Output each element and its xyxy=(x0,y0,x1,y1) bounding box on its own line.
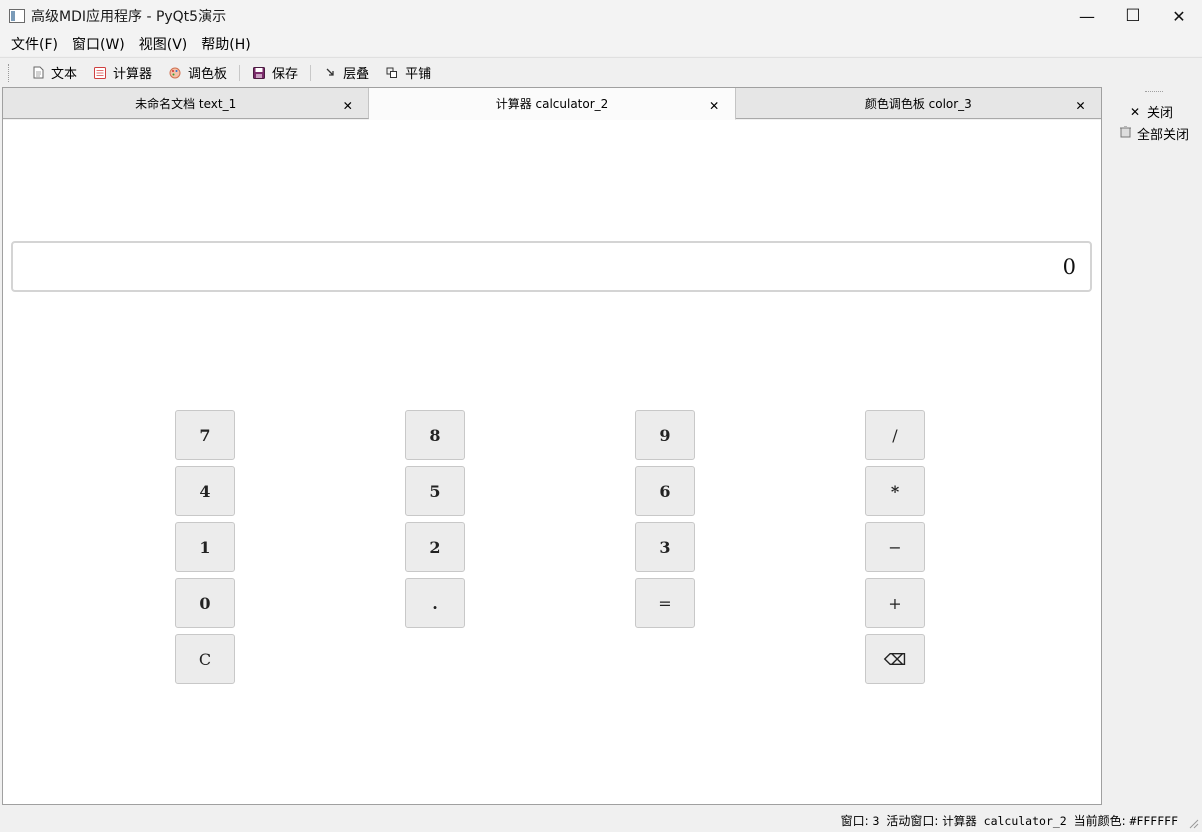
key-8[interactable]: 8 xyxy=(405,410,465,460)
key-backspace[interactable]: ⌫ xyxy=(865,634,925,684)
new-calculator-label: 计算器 xyxy=(113,67,153,82)
key-2[interactable]: 2 xyxy=(405,522,465,572)
key-clear[interactable]: C xyxy=(175,634,235,684)
close-all-action[interactable]: 全部关闭 xyxy=(1119,124,1189,143)
palette-icon xyxy=(168,66,182,80)
tile-icon xyxy=(385,66,399,80)
cascade-icon xyxy=(323,66,337,80)
mdi-area: 未命名文档 text_1 ✕ 计算器 calculator_2 ✕ 颜色调色板 … xyxy=(2,87,1102,805)
key-decimal[interactable]: . xyxy=(405,578,465,628)
new-palette-button[interactable]: 调色板 xyxy=(160,61,235,85)
close-window-label: 关闭 xyxy=(1147,106,1174,121)
new-calculator-button[interactable]: 计算器 xyxy=(85,61,160,85)
menu-bar: 文件(F) 窗口(W) 视图(V) 帮助(H) xyxy=(0,32,1202,56)
minimize-button[interactable]: — xyxy=(1064,0,1110,32)
tab-bar: 未命名文档 text_1 ✕ 计算器 calculator_2 ✕ 颜色调色板 … xyxy=(3,88,1101,120)
toolbar-grip[interactable] xyxy=(8,63,11,82)
window-controls: — ☐ ✕ xyxy=(1064,0,1202,32)
window-count-label: 窗口: xyxy=(840,814,873,828)
window-title: 高级MDI应用程序 - PyQt5演示 xyxy=(31,9,227,25)
close-icon: ✕ xyxy=(1129,104,1141,119)
close-all-label: 全部关闭 xyxy=(1137,128,1190,143)
toolbar-separator xyxy=(239,64,241,81)
close-icon[interactable]: ✕ xyxy=(1076,96,1085,114)
tab-label: 计算器 calculator_2 xyxy=(495,97,609,111)
tab-label: 未命名文档 text_1 xyxy=(135,96,237,111)
tile-button[interactable]: 平铺 xyxy=(377,61,439,85)
maximize-button[interactable]: ☐ xyxy=(1110,0,1156,32)
app-icon xyxy=(9,9,25,23)
key-4[interactable]: 4 xyxy=(175,466,235,516)
key-6[interactable]: 6 xyxy=(635,466,695,516)
tile-label: 平铺 xyxy=(405,67,432,82)
new-text-label: 文本 xyxy=(51,67,78,82)
tab-label: 颜色调色板 color_3 xyxy=(864,96,972,111)
calculator-window: 0 7 8 9 / 4 5 6 * 1 2 3 − 0 . = + C ⌫ xyxy=(3,120,1101,804)
new-palette-label: 调色板 xyxy=(188,67,228,82)
close-icon[interactable]: ✕ xyxy=(710,96,719,114)
key-7[interactable]: 7 xyxy=(175,410,235,460)
key-9[interactable]: 9 xyxy=(635,410,695,460)
key-equals[interactable]: = xyxy=(635,578,695,628)
close-icon[interactable]: ✕ xyxy=(343,96,352,114)
status-bar: 窗口: 3 活动窗口: 计算器 calculator_2 当前颜色: #FFFF… xyxy=(0,806,1202,832)
trash-icon xyxy=(1119,125,1131,141)
calculator-icon xyxy=(93,66,107,80)
cascade-label: 层叠 xyxy=(343,67,370,82)
key-5[interactable]: 5 xyxy=(405,466,465,516)
save-label: 保存 xyxy=(272,67,299,82)
key-divide[interactable]: / xyxy=(865,410,925,460)
status-text: 窗口: 3 活动窗口: 计算器 calculator_2 当前颜色: #FFFF… xyxy=(841,812,1178,829)
current-color-label: 当前颜色: xyxy=(1073,814,1130,828)
menu-help[interactable]: 帮助(H) xyxy=(194,34,257,54)
calculator-display[interactable]: 0 xyxy=(11,241,1092,292)
save-button[interactable]: 保存 xyxy=(244,61,306,85)
window-count-value: 3 xyxy=(872,814,880,828)
toolbar-separator xyxy=(310,64,312,81)
key-multiply[interactable]: * xyxy=(865,466,925,516)
tab-color-3[interactable]: 颜色调色板 color_3 ✕ xyxy=(735,88,1101,119)
title-bar: 高级MDI应用程序 - PyQt5演示 — ☐ ✕ xyxy=(0,0,1202,32)
current-color-value: #FFFFFF xyxy=(1129,814,1178,828)
tab-calculator-2[interactable]: 计算器 calculator_2 ✕ xyxy=(369,88,736,120)
cascade-button[interactable]: 层叠 xyxy=(315,61,377,85)
active-window-label: 活动窗口: xyxy=(886,814,943,828)
document-icon xyxy=(31,66,45,80)
menu-view[interactable]: 视图(V) xyxy=(132,34,195,54)
resize-grip[interactable] xyxy=(1189,819,1199,829)
key-add[interactable]: + xyxy=(865,578,925,628)
side-panel: ✕ 关闭 全部关闭 xyxy=(1105,87,1202,805)
new-text-button[interactable]: 文本 xyxy=(23,61,85,85)
toolbar: 文本 计算器 调色板 保存 层叠 平铺 xyxy=(0,57,1202,87)
key-0[interactable]: 0 xyxy=(175,578,235,628)
save-icon xyxy=(252,66,266,80)
active-window-value: 计算器 calculator_2 xyxy=(942,814,1067,828)
key-3[interactable]: 3 xyxy=(635,522,695,572)
menu-window[interactable]: 窗口(W) xyxy=(65,34,132,54)
menu-file[interactable]: 文件(F) xyxy=(4,34,65,54)
key-subtract[interactable]: − xyxy=(865,522,925,572)
tab-text-1[interactable]: 未命名文档 text_1 ✕ xyxy=(3,88,370,119)
close-window-button[interactable]: ✕ xyxy=(1156,0,1202,32)
key-1[interactable]: 1 xyxy=(175,522,235,572)
close-window-action[interactable]: ✕ 关闭 xyxy=(1129,102,1174,122)
dock-grip[interactable] xyxy=(1145,91,1163,94)
